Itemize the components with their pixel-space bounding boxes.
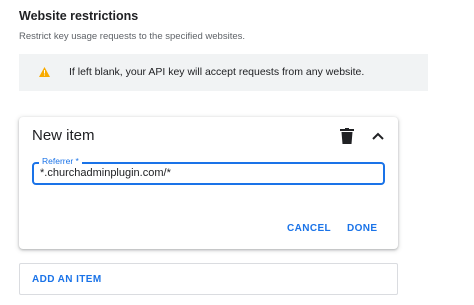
add-item-button[interactable]: ADD AN ITEM xyxy=(19,263,398,295)
referrer-label: Referrer * xyxy=(39,156,82,167)
cancel-button[interactable]: CANCEL xyxy=(287,223,331,234)
warning-text: If left blank, your API key will accept … xyxy=(69,66,365,78)
done-button[interactable]: DONE xyxy=(347,223,378,234)
warning-icon xyxy=(39,67,50,77)
section-subtitle: Restrict key usage requests to the speci… xyxy=(19,31,246,42)
add-item-label: ADD AN ITEM xyxy=(32,274,102,285)
warning-banner: If left blank, your API key will accept … xyxy=(19,54,428,91)
delete-icon[interactable] xyxy=(340,128,354,144)
chevron-up-icon[interactable] xyxy=(371,129,385,143)
new-item-card: New item Referrer * *.churchadminplugin.… xyxy=(19,117,398,249)
item-title: New item xyxy=(32,127,95,144)
referrer-input-value[interactable]: *.churchadminplugin.com/* xyxy=(40,167,171,179)
section-title: Website restrictions xyxy=(19,9,139,23)
referrer-field[interactable]: Referrer * *.churchadminplugin.com/* xyxy=(32,156,385,185)
